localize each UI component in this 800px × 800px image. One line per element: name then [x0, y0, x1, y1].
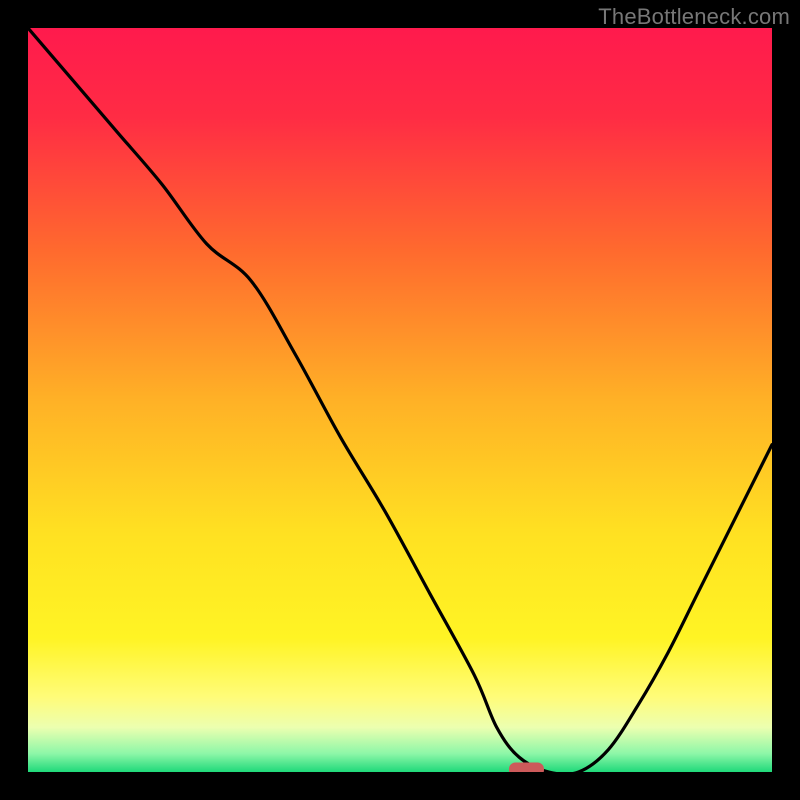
gradient-background: [28, 28, 772, 772]
plot-area: [28, 28, 772, 772]
watermark-text: TheBottleneck.com: [598, 4, 790, 30]
chart-svg: [28, 28, 772, 772]
chart-frame: TheBottleneck.com: [0, 0, 800, 800]
optimum-marker: [509, 763, 543, 772]
